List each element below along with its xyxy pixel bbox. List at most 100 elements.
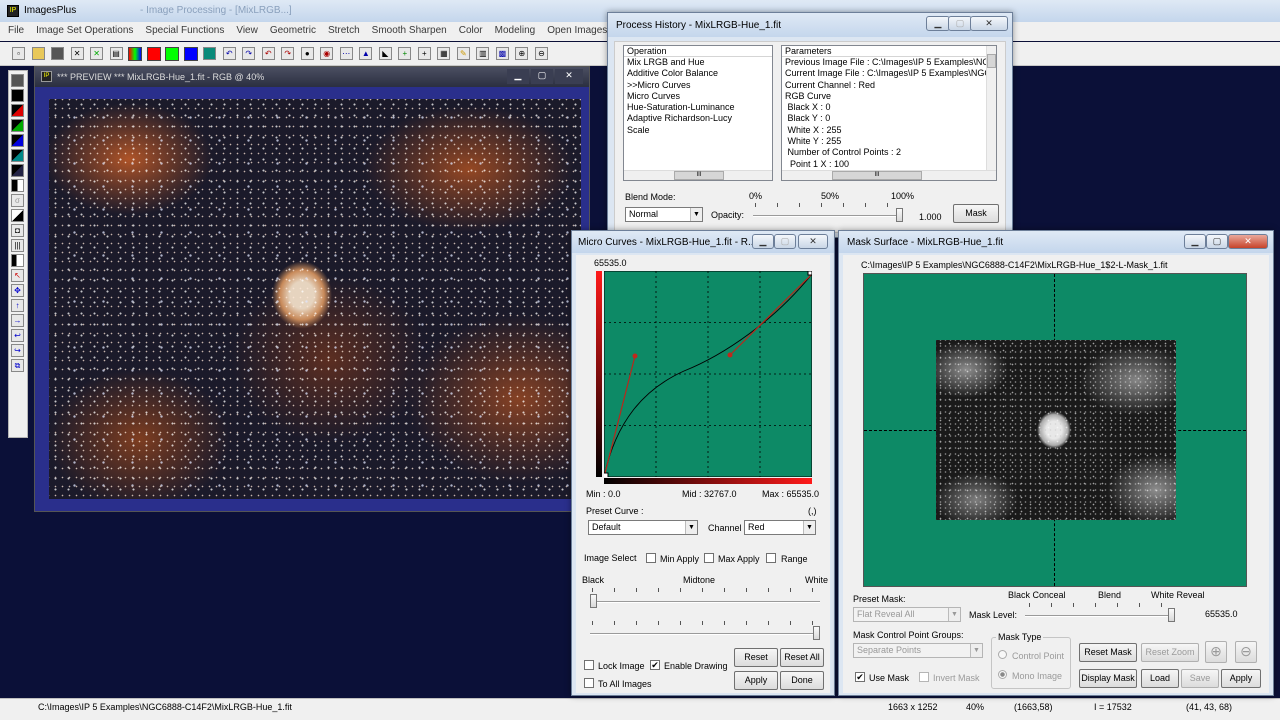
close-image-icon[interactable]: ✕ [70, 47, 84, 60]
rgb-channel-icon[interactable] [128, 46, 143, 61]
operation-item[interactable]: >>Micro Curves [624, 80, 772, 91]
blend-mode-select[interactable]: Normal ▼ [625, 207, 703, 222]
reset-all-button[interactable]: Reset All [780, 648, 824, 667]
slider2-thumb[interactable] [813, 626, 820, 640]
menu-item-geometric[interactable]: Geometric [270, 25, 316, 36]
arrow-down-icon[interactable]: ↪ [11, 344, 24, 357]
zoom-in-button[interactable]: ⊕ [1205, 641, 1227, 663]
arrow-right-icon[interactable]: → [11, 314, 24, 327]
grid-icon[interactable] [203, 47, 217, 60]
pencil-icon[interactable]: ✎ [456, 47, 470, 60]
mask-level-track[interactable] [1025, 615, 1175, 617]
process-history-close-icon[interactable]: ✕ [970, 16, 1008, 31]
target-icon[interactable]: ◉ [320, 47, 334, 60]
process-history-minimize-icon[interactable]: ▁ [926, 16, 950, 31]
mask-surface-maximize-icon[interactable]: ▢ [1206, 234, 1228, 249]
lasso-icon[interactable]: σ [11, 194, 24, 207]
done-button[interactable]: Done [780, 671, 824, 690]
opacity-thumb[interactable] [896, 208, 903, 222]
table-icon[interactable]: ▦ [437, 47, 451, 60]
new-icon[interactable]: ▫ [12, 47, 25, 60]
operation-item[interactable]: Adaptive Richardson-Lucy [624, 113, 772, 124]
parameters-hscroll[interactable]: III [782, 170, 996, 180]
black-bar-icon[interactable] [11, 254, 24, 267]
lock-image-checkbox[interactable] [584, 660, 594, 670]
reset-mask-button[interactable]: Reset Mask [1079, 643, 1137, 662]
apply-button[interactable]: Apply [734, 671, 778, 690]
undo-icon[interactable]: ↶ [222, 47, 236, 60]
diagonal-icon[interactable] [11, 209, 24, 222]
white-point-marker[interactable] [807, 271, 812, 276]
matrix-icon[interactable]: ▩ [495, 47, 509, 60]
range-checkbox[interactable] [766, 553, 776, 563]
parameters-list[interactable]: Parameters Previous Image File : C:\Imag… [781, 45, 997, 181]
menu-item-smooth-sharpen[interactable]: Smooth Sharpen [372, 25, 447, 36]
curve-plot[interactable] [604, 271, 812, 477]
operation-list[interactable]: Operation Mix LRGB and Hue Additive Color… [623, 45, 773, 181]
crosshair-icon[interactable]: + [417, 47, 431, 60]
mask-canvas[interactable] [863, 273, 1247, 587]
menu-item-modeling[interactable]: Modeling [495, 25, 536, 36]
star-icon[interactable]: ● [300, 47, 314, 60]
mono-image-radio[interactable] [998, 670, 1007, 679]
cancel-icon[interactable]: ✕ [90, 47, 104, 60]
save-tool-icon[interactable] [11, 74, 24, 87]
green-channel-icon[interactable] [165, 46, 180, 61]
preview-close-icon[interactable]: ✕ [555, 69, 583, 84]
preset-curve-select[interactable]: Default ▼ [588, 520, 698, 535]
undo-red-icon[interactable]: ↶ [261, 47, 275, 60]
teal-black-icon[interactable] [11, 149, 24, 162]
bars-icon[interactable]: ||| [11, 239, 24, 252]
micro-curves-minimize-icon[interactable]: ▁ [752, 234, 774, 249]
levels-icon[interactable]: ◣ [378, 47, 392, 60]
mask-surface-minimize-icon[interactable]: ▁ [1184, 234, 1206, 249]
menu-item-open-images[interactable]: Open Images [547, 25, 607, 36]
histogram-icon[interactable]: ▲ [359, 47, 373, 60]
preset-mask-select[interactable]: Flat Reveal All ▼ [853, 607, 961, 622]
copy-icon[interactable]: ⧉ [11, 359, 24, 372]
blue-channel-icon[interactable] [183, 46, 198, 61]
red-channel-icon[interactable] [146, 46, 161, 61]
operation-item[interactable]: Mix LRGB and Hue [624, 57, 772, 68]
chart-icon[interactable]: ▥ [476, 47, 490, 60]
control-point-2[interactable] [727, 352, 733, 358]
redo-icon[interactable]: ↷ [242, 47, 256, 60]
preview-image[interactable] [49, 99, 581, 499]
operation-item[interactable]: Scale [624, 125, 772, 136]
menu-item-color[interactable]: Color [459, 25, 483, 36]
mask-surface-close-icon[interactable]: ✕ [1228, 234, 1268, 249]
micro-curves-close-icon[interactable]: ✕ [798, 234, 828, 249]
reset-zoom-button[interactable]: Reset Zoom [1141, 643, 1199, 662]
menu-item-file[interactable]: File [8, 25, 24, 36]
display-mask-button[interactable]: Display Mask [1079, 669, 1137, 688]
load-button[interactable]: Load [1141, 669, 1179, 688]
preview-maximize-icon[interactable]: ▢ [531, 69, 553, 84]
slider2-track[interactable] [590, 633, 820, 635]
slider1-track[interactable] [590, 601, 820, 603]
black-square-icon[interactable] [11, 89, 24, 102]
mask-apply-button[interactable]: Apply [1221, 669, 1261, 688]
redo-red-icon[interactable]: ↷ [281, 47, 295, 60]
opacity-track[interactable] [753, 215, 903, 217]
arrow-select-icon[interactable]: ↖ [11, 269, 24, 282]
zoom-out-button[interactable]: ⊖ [1235, 641, 1257, 663]
operation-item[interactable]: Additive Color Balance [624, 68, 772, 79]
parameters-vscroll[interactable] [986, 46, 996, 170]
control-point-1[interactable] [632, 353, 638, 359]
mask-button[interactable]: Mask [953, 204, 999, 223]
process-history-maximize-icon[interactable]: ▢ [948, 16, 972, 31]
min-apply-checkbox[interactable] [646, 553, 656, 563]
green-black-icon[interactable] [11, 119, 24, 132]
mask-level-thumb[interactable] [1168, 608, 1175, 622]
micro-curves-maximize-icon[interactable]: ▢ [774, 234, 796, 249]
print-icon[interactable]: ▤ [109, 47, 123, 60]
zoom-out-icon[interactable]: ⊖ [534, 47, 548, 60]
red-black-icon[interactable] [11, 104, 24, 117]
plus-icon[interactable]: + [398, 47, 412, 60]
arrow-up-icon[interactable]: ↑ [11, 299, 24, 312]
menu-item-stretch[interactable]: Stretch [328, 25, 360, 36]
select-icon[interactable]: ◘ [11, 224, 24, 237]
black-point-marker[interactable] [604, 472, 609, 477]
reset-button[interactable]: Reset [734, 648, 778, 667]
save-button[interactable]: Save [1181, 669, 1219, 688]
